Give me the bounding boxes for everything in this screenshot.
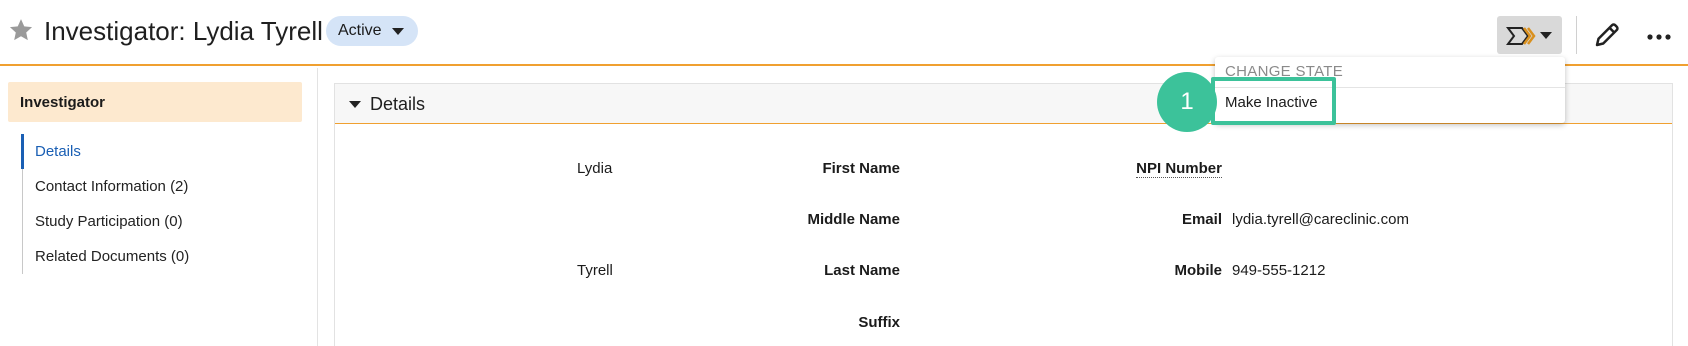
chevron-down-icon [1540, 32, 1552, 39]
collapse-icon[interactable] [349, 101, 361, 108]
email-value[interactable]: lydia.tyrell@careclinic.com [1232, 211, 1409, 228]
pencil-icon[interactable] [1592, 20, 1622, 50]
nav-item-contact-information[interactable]: Contact Information (2) [23, 169, 302, 204]
npi-number-label: NPI Number [1136, 160, 1222, 178]
menu-divider [1215, 87, 1565, 88]
star-icon[interactable] [8, 17, 34, 43]
nav-list: Details Contact Information (2) Study Pa… [21, 134, 302, 274]
nav-item-related-documents[interactable]: Related Documents (0) [23, 239, 302, 274]
make-inactive-option[interactable]: Make Inactive [1225, 94, 1318, 111]
last-name-label: Last Name [824, 262, 900, 279]
first-name-value: Lydia [577, 160, 613, 177]
menu-header: CHANGE STATE [1225, 63, 1344, 80]
nav-item-details[interactable]: Details [21, 134, 302, 169]
npi-number-label-text: NPI Number [1136, 160, 1222, 178]
step-badge: 1 [1157, 72, 1217, 132]
email-label: Email [1181, 211, 1222, 228]
section-title: Details [370, 94, 426, 114]
middle-name-label: Middle Name [807, 211, 900, 228]
mobile-label: Mobile [1174, 262, 1223, 279]
ellipsis-icon[interactable] [1644, 22, 1674, 52]
header-divider [1576, 16, 1577, 54]
change-state-menu: CHANGE STATE Make Inactive [1215, 57, 1565, 123]
status-dropdown[interactable]: Active [326, 16, 418, 46]
last-name-value: Tyrell [577, 262, 613, 279]
first-name-label: First Name [822, 160, 900, 177]
nav-heading: Investigator [8, 82, 302, 122]
mobile-value: 949-555-1212 [1232, 262, 1326, 279]
status-label: Active [338, 22, 382, 39]
state-change-icon [1506, 27, 1536, 45]
page-title: Investigator: Lydia Tyrell [44, 16, 323, 46]
nav-item-study-participation[interactable]: Study Participation (0) [23, 204, 302, 239]
chevron-down-icon [392, 28, 404, 35]
left-navigation: Investigator Details Contact Information… [0, 68, 318, 346]
suffix-label: Suffix [858, 314, 900, 331]
state-change-button[interactable] [1497, 16, 1562, 54]
